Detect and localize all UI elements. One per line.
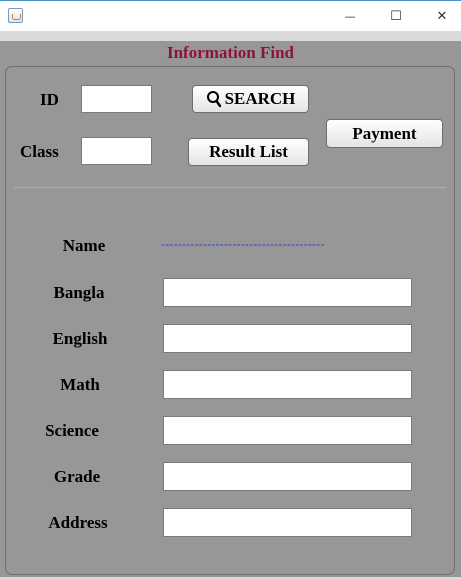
english-field[interactable]: [163, 324, 412, 353]
name-value: ---------------------------------------: [161, 237, 325, 251]
bangla-label: Bangla: [53, 283, 105, 302]
math-field[interactable]: [163, 370, 412, 399]
id-label: ID: [40, 90, 59, 109]
page-title: Information Find: [166, 43, 295, 62]
class-label: Class: [20, 142, 59, 161]
payment-button-label: Payment: [352, 123, 417, 143]
minimize-icon: —: [344, 9, 356, 23]
address-label: Address: [48, 513, 108, 532]
content-panel: ID Class SEARCH Result List Payment Name…: [5, 66, 455, 575]
search-button[interactable]: SEARCH: [192, 85, 309, 113]
grade-label: Grade: [53, 467, 101, 486]
bangla-field[interactable]: [163, 278, 412, 307]
payment-button[interactable]: Payment: [326, 119, 443, 148]
maximize-icon: ☐: [390, 8, 402, 24]
name-label: Name: [62, 236, 106, 255]
main-frame: Information Find ID Class SEARCH Result …: [0, 41, 461, 579]
minimize-button[interactable]: —: [327, 1, 373, 31]
result-list-button[interactable]: Result List: [188, 138, 309, 166]
address-field[interactable]: [163, 508, 412, 537]
menu-strip: [0, 31, 461, 41]
search-button-label: SEARCH: [224, 89, 296, 108]
close-icon: ✕: [436, 8, 448, 24]
class-input[interactable]: [81, 137, 152, 165]
result-list-button-label: Result List: [209, 142, 288, 161]
math-label: Math: [60, 375, 100, 394]
divider: [14, 187, 446, 188]
close-button[interactable]: ✕: [419, 1, 461, 31]
science-label: Science: [45, 421, 99, 440]
grade-field[interactable]: [163, 462, 412, 491]
id-input[interactable]: [81, 85, 152, 113]
science-field[interactable]: [163, 416, 412, 445]
title-bar: — ☐ ✕: [0, 0, 461, 31]
magnifier-icon: [206, 91, 221, 108]
java-cup-icon: [8, 8, 23, 23]
maximize-button[interactable]: ☐: [373, 1, 419, 31]
english-label: English: [52, 329, 108, 348]
